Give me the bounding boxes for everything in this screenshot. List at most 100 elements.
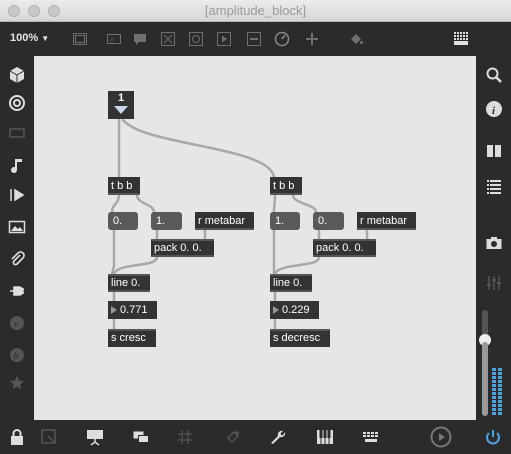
target-circle-icon[interactable] (8, 94, 26, 112)
mixer-sliders-icon[interactable] (485, 274, 503, 292)
plug-icon[interactable] (8, 282, 26, 300)
list-icon[interactable] (485, 177, 503, 195)
power-icon[interactable] (484, 428, 502, 446)
zoom-value: 100% (10, 32, 39, 44)
patch-cords (110, 118, 369, 331)
volume-slider-fill (482, 342, 488, 416)
trigger-object-right-text: t b b (273, 180, 295, 192)
cord-trigger-to-msg1-left (135, 193, 156, 214)
message-box-left-1[interactable]: 1. (151, 212, 182, 230)
send-object-right-text: s decresc (273, 332, 321, 344)
dial-object-icon[interactable] (274, 31, 290, 47)
send-object-left-text: s cresc (111, 332, 146, 344)
volume-slider[interactable] (479, 310, 491, 416)
comment-box-icon[interactable]: // (106, 31, 122, 47)
comment-icon[interactable] (132, 31, 148, 47)
grid-keyboard-icon[interactable] (452, 29, 472, 49)
beap-b-icon[interactable]: b (8, 346, 26, 364)
wrench-icon[interactable] (268, 428, 286, 446)
svg-text:b: b (14, 351, 19, 362)
title-bar: [amplitude_block] (0, 0, 511, 22)
piano-keyboard-icon[interactable] (316, 428, 334, 446)
add-object-icon[interactable] (304, 31, 320, 47)
vizzie-v-icon[interactable]: v (8, 314, 26, 332)
camera-icon[interactable] (485, 234, 503, 252)
paint-bucket-icon[interactable] (348, 31, 364, 47)
book-icon[interactable] (485, 142, 503, 160)
max-patcher-window: [amplitude_block] 100% ▼ // v b 1 t b b … (0, 0, 511, 454)
message-box-right-0[interactable]: 1. (270, 212, 300, 230)
receive-object-right-text: r metabar (360, 215, 408, 227)
presentation-mode-icon[interactable] (40, 428, 58, 446)
cord-trigger-to-msg0-right (272, 193, 277, 214)
cord-pack-to-line-left (112, 255, 159, 276)
bang-triangle-icon (114, 106, 128, 114)
send-object-left[interactable]: s cresc (108, 329, 156, 347)
magnet-snap-icon[interactable] (224, 428, 242, 446)
bottom-toolbar (0, 420, 511, 454)
trigger-object-left[interactable]: t b b (108, 177, 140, 195)
info-icon[interactable]: i (485, 100, 503, 118)
cord-pack-to-line-right (273, 255, 321, 276)
pack-object-right-text: pack 0. 0. (316, 242, 364, 254)
cord-bang-to-trigger-right (121, 118, 276, 179)
image-icon[interactable] (8, 218, 26, 236)
line-object-right-text: line 0. (273, 277, 303, 289)
toggle-object-icon[interactable] (160, 31, 176, 47)
button-object-icon[interactable] (188, 31, 204, 47)
package-cube-icon[interactable] (8, 66, 26, 84)
panel-icon[interactable] (8, 124, 26, 142)
window-title: [amplitude_block] (204, 3, 307, 18)
right-sidebar: i (476, 56, 511, 420)
slider-object-icon[interactable] (246, 31, 262, 47)
patcher-canvas[interactable]: 1 t b b 0. 1. r metabar pack 0. 0. line … (34, 56, 476, 420)
trigger-object-left-text: t b b (111, 180, 133, 192)
presentation-icon[interactable] (72, 31, 88, 47)
pack-object-left-text: pack 0. 0. (154, 242, 202, 254)
number-box-left-value: 0.771 (120, 304, 148, 316)
zoom-dropdown[interactable]: 100% ▼ (10, 32, 49, 44)
receive-object-right[interactable]: r metabar (357, 212, 416, 230)
cord-trigger-to-msg0-left (110, 193, 121, 214)
grid-icon[interactable] (176, 428, 194, 446)
line-object-left[interactable]: line 0. (108, 274, 150, 292)
step-forward-icon[interactable] (8, 186, 26, 204)
number-box-left[interactable]: 0.771 (108, 301, 157, 319)
play-object-icon[interactable] (216, 31, 232, 47)
bang-object[interactable]: 1 (108, 91, 134, 119)
pack-object-left[interactable]: pack 0. 0. (151, 239, 214, 257)
number-box-right[interactable]: 0.229 (270, 301, 319, 319)
play-circle-icon[interactable] (430, 426, 452, 448)
keyboard-icon[interactable] (362, 428, 380, 446)
paperclip-icon[interactable] (8, 250, 26, 268)
pack-object-right[interactable]: pack 0. 0. (313, 239, 376, 257)
overlapping-windows-icon[interactable] (132, 428, 150, 446)
trigger-object-right[interactable]: t b b (270, 177, 302, 195)
presentation-screen-icon[interactable] (86, 428, 104, 446)
message-box-left-0[interactable]: 0. (108, 212, 138, 230)
receive-object-left[interactable]: r metabar (195, 212, 254, 230)
line-object-left-text: line 0. (111, 277, 141, 289)
svg-text://: // (110, 38, 114, 44)
message-box-left-1-text: 1. (156, 215, 166, 227)
music-note-icon[interactable] (8, 156, 26, 174)
left-sidebar: v b (0, 56, 34, 420)
cord-msg0-to-line-left (110, 228, 116, 276)
chevron-down-icon: ▼ (41, 34, 50, 43)
level-meter (492, 368, 496, 416)
line-object-right[interactable]: line 0. (270, 274, 312, 292)
message-box-right-1[interactable]: 0. (313, 212, 344, 230)
message-box-right-0-text: 1. (275, 215, 285, 227)
bang-label: 1 (117, 92, 125, 104)
search-icon[interactable] (485, 66, 503, 84)
svg-text:v: v (14, 319, 19, 330)
top-toolbar: 100% ▼ // (0, 22, 511, 56)
lock-icon[interactable] (8, 428, 26, 446)
message-box-left-0-text: 0. (113, 215, 123, 227)
message-box-right-1-text: 0. (318, 215, 328, 227)
receive-object-left-text: r metabar (198, 215, 246, 227)
send-object-right[interactable]: s decresc (270, 329, 330, 347)
cord-trigger-to-msg1-right (291, 193, 318, 214)
number-box-right-value: 0.229 (282, 304, 310, 316)
star-icon[interactable] (8, 374, 26, 392)
